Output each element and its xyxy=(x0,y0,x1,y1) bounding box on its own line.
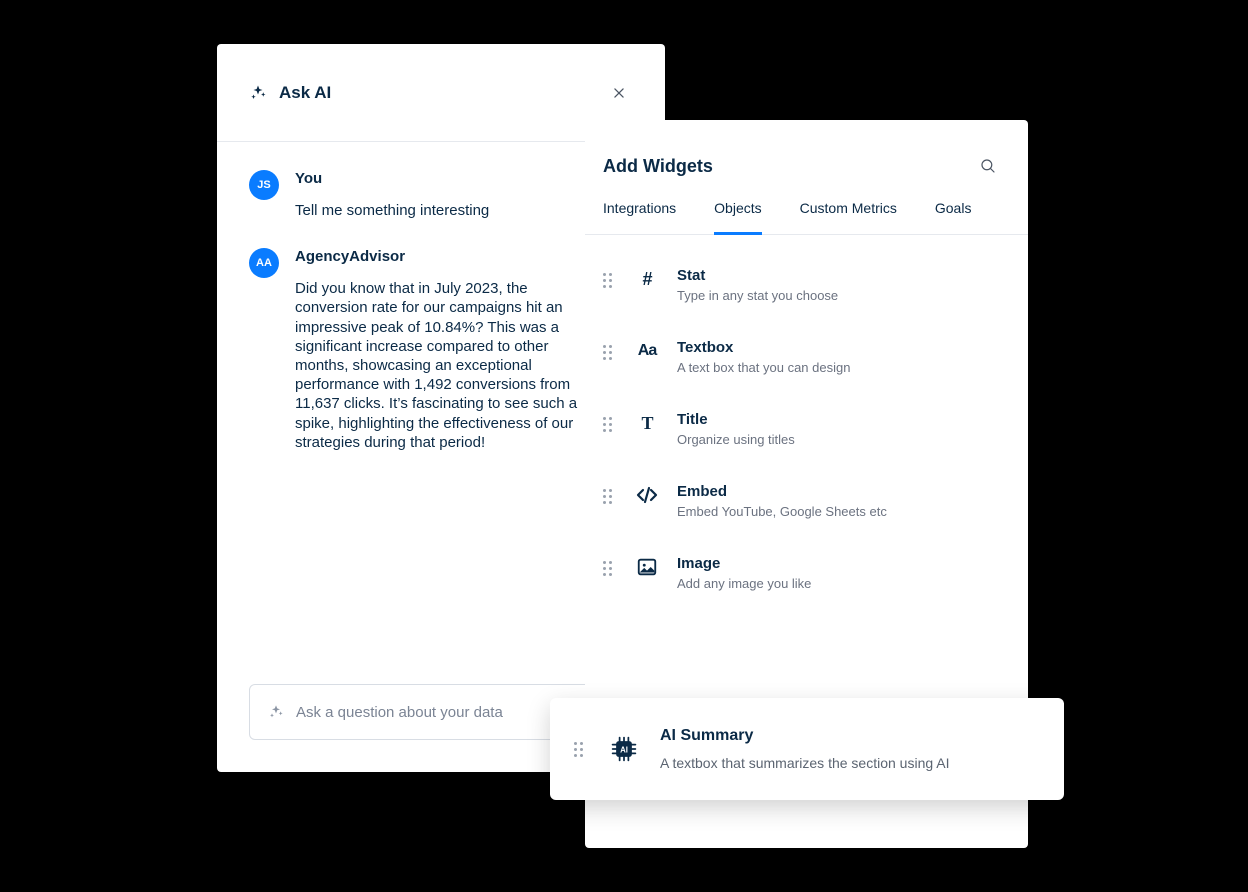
sparkle-icon xyxy=(268,704,284,720)
widget-item-image[interactable]: Image Add any image you like xyxy=(603,537,1010,609)
drag-handle-icon[interactable] xyxy=(603,561,617,576)
widget-name: Embed xyxy=(677,483,1010,500)
avatar: JS xyxy=(249,170,279,200)
close-button[interactable] xyxy=(605,79,633,107)
drag-handle-icon[interactable] xyxy=(603,417,617,432)
widget-name: AI Summary xyxy=(660,727,1040,745)
widget-name: Image xyxy=(677,555,1010,572)
image-icon xyxy=(635,555,659,579)
widget-name: Title xyxy=(677,411,1010,428)
widget-info: AI Summary A textbox that summarizes the… xyxy=(660,727,1040,771)
widgets-title: Add Widgets xyxy=(603,156,713,177)
ask-ai-title: Ask AI xyxy=(279,83,331,103)
drag-handle-icon[interactable] xyxy=(603,345,617,360)
drag-handle-icon[interactable] xyxy=(574,742,588,757)
widgets-tabs: Integrations Objects Custom Metrics Goal… xyxy=(585,178,1028,235)
message-content: AgencyAdvisor Did you know that in July … xyxy=(295,248,633,452)
widgets-header: Add Widgets xyxy=(585,120,1028,178)
code-icon xyxy=(635,483,659,507)
chat-message: JS You Tell me something interesting xyxy=(249,170,633,220)
widget-item-stat[interactable]: # Stat Type in any stat you choose xyxy=(603,249,1010,321)
widget-desc: A textbox that summarizes the section us… xyxy=(660,755,1040,771)
widget-list: # Stat Type in any stat you choose Aa Te… xyxy=(585,235,1028,609)
message-content: You Tell me something interesting xyxy=(295,170,633,220)
ai-chip-icon: AI xyxy=(610,735,638,763)
widget-info: Image Add any image you like xyxy=(677,555,1010,591)
widget-name: Stat xyxy=(677,267,1010,284)
tab-goals[interactable]: Goals xyxy=(935,200,972,235)
widget-item-ai-summary[interactable]: AI AI Summary A textbox that summarizes … xyxy=(550,698,1064,800)
widget-desc: Type in any stat you choose xyxy=(677,288,1010,303)
message-author: AgencyAdvisor xyxy=(295,248,593,265)
chat-message: AA AgencyAdvisor Did you know that in Ju… xyxy=(249,248,633,452)
widget-info: Textbox A text box that you can design xyxy=(677,339,1010,375)
search-button[interactable] xyxy=(976,154,1000,178)
widget-info: Embed Embed YouTube, Google Sheets etc xyxy=(677,483,1010,519)
widget-desc: Embed YouTube, Google Sheets etc xyxy=(677,504,1010,519)
sparkle-icon xyxy=(249,84,267,102)
message-author: You xyxy=(295,170,593,187)
widget-name: Textbox xyxy=(677,339,1010,356)
tab-integrations[interactable]: Integrations xyxy=(603,200,676,235)
widget-desc: Organize using titles xyxy=(677,432,1010,447)
widget-info: Title Organize using titles xyxy=(677,411,1010,447)
drag-handle-icon[interactable] xyxy=(603,273,617,288)
search-icon xyxy=(979,157,997,175)
title-t-icon: T xyxy=(635,411,659,435)
message-text: Tell me something interesting xyxy=(295,201,593,220)
widget-desc: Add any image you like xyxy=(677,576,1010,591)
widget-item-title[interactable]: T Title Organize using titles xyxy=(603,393,1010,465)
hash-icon: # xyxy=(635,267,659,291)
svg-text:AI: AI xyxy=(620,746,628,755)
widget-desc: A text box that you can design xyxy=(677,360,1010,375)
widget-item-textbox[interactable]: Aa Textbox A text box that you can desig… xyxy=(603,321,1010,393)
close-icon xyxy=(612,86,626,100)
tab-objects[interactable]: Objects xyxy=(714,200,761,235)
text-aa-icon: Aa xyxy=(635,339,659,363)
avatar: AA xyxy=(249,248,279,278)
ask-ai-title-wrap: Ask AI xyxy=(249,83,331,103)
widget-info: Stat Type in any stat you choose xyxy=(677,267,1010,303)
widget-item-embed[interactable]: Embed Embed YouTube, Google Sheets etc xyxy=(603,465,1010,537)
message-text: Did you know that in July 2023, the conv… xyxy=(295,279,593,452)
drag-handle-icon[interactable] xyxy=(603,489,617,504)
tab-custom-metrics[interactable]: Custom Metrics xyxy=(800,200,897,235)
